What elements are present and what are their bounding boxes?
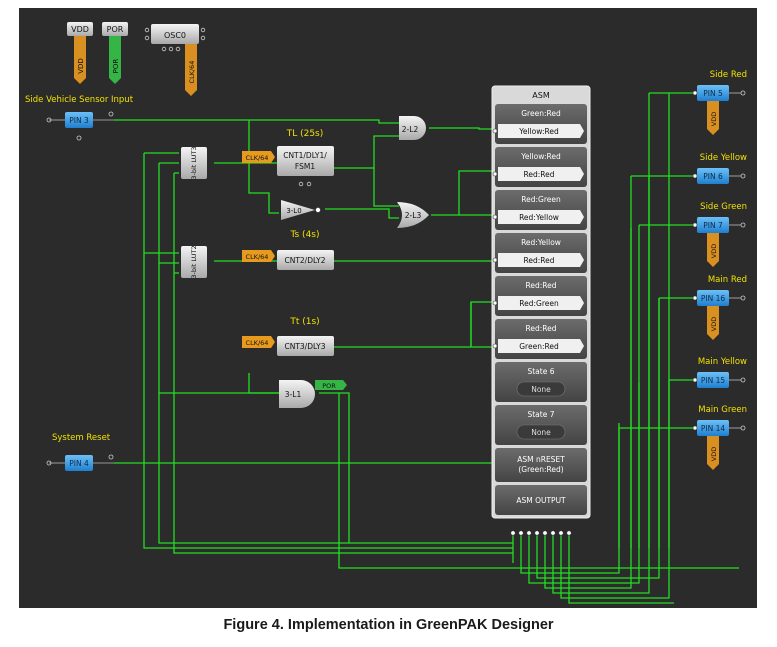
vdd-block-label: VDD (71, 25, 89, 34)
inverter-bubble (314, 206, 321, 213)
counter-2-title: Ts (4s) (290, 230, 320, 240)
asm-state-name: Yellow:Red (520, 152, 561, 161)
counter-2-label: CNT2/DLY2 (284, 256, 325, 265)
counter-2-clk-label: CLK/64 (246, 253, 269, 261)
inverter-3l0-label: 3-L0 (286, 207, 301, 215)
asm-state-next: Red:Yellow (519, 213, 559, 222)
output-pin-name: PIN 6 (703, 172, 723, 181)
counter-1-clk-label: CLK/64 (246, 154, 269, 162)
asm-state-2[interactable]: Red:Green Red:Yellow (492, 190, 587, 230)
lut2-label: 3-bit LUT2 (190, 245, 198, 278)
asm-state-name: Red:Red (525, 324, 556, 333)
output-pin-label: Side Yellow (700, 153, 747, 163)
asm-empty-state-0[interactable]: State 6 None (495, 362, 587, 402)
vdd-block-tag-label: VDD (77, 58, 85, 74)
asm-state-input (492, 128, 498, 134)
asm-empty-name: State 7 (527, 410, 554, 419)
asm-empty-name: State 6 (527, 367, 554, 376)
vdd-tag-label: VDD (710, 244, 718, 258)
asm-state-next: Red:Red (523, 170, 554, 179)
output-pin-name: PIN 14 (701, 424, 726, 433)
output-pin-label: Side Red (710, 70, 747, 80)
output-pin-name: PIN 15 (701, 376, 726, 385)
and-gate-3l1-label: 3-L1 (285, 390, 302, 399)
asm-state-input (492, 171, 498, 177)
output-pin-input (692, 377, 698, 383)
counter-3-clk-label: CLK/64 (246, 339, 269, 347)
osc0-block-label: OSC0 (164, 31, 186, 40)
asm-state-next: Red:Green (519, 299, 559, 308)
output-pin-label: Main Red (708, 275, 747, 285)
counter-1-title: TL (25s) (286, 129, 324, 139)
asm-state-input (492, 257, 498, 263)
input-pin-4-label: PIN 4 (69, 459, 89, 468)
asm-empty-state-1[interactable]: State 7 None (495, 405, 587, 445)
asm-nreset-line2: (Green:Red) (518, 465, 563, 474)
counter-1-line1: CNT1/DLY1/ (283, 151, 327, 160)
or-gate-2l3-label: 2-L3 (405, 211, 422, 220)
asm-state-input (492, 214, 498, 220)
greenpak-canvas: VDD VDD POR POR OSC0 CLK/64 Side Vehicle… (19, 8, 757, 608)
asm-state-input (492, 300, 498, 306)
asm-empty-value: None (531, 385, 551, 394)
lut3-label: 3-bit LUT3 (190, 146, 198, 179)
asm-state-name: Green:Red (521, 109, 561, 118)
asm-nreset-line1: ASM nRESET (517, 455, 565, 464)
asm-state-0[interactable]: Green:Red Yellow:Red (492, 104, 587, 144)
por-block-tag-label: POR (112, 59, 120, 74)
asm-output-label: ASM OUTPUT (516, 496, 566, 505)
por-tag-label: POR (322, 382, 336, 390)
output-pin-input (692, 90, 698, 96)
asm-state-next: Green:Red (519, 342, 559, 351)
output-pin-name: PIN 16 (701, 294, 726, 303)
output-pin-label: Side Green (700, 202, 747, 212)
and-gate-2l2-label: 2-L2 (402, 125, 419, 134)
asm-state-name: Red:Yellow (521, 238, 561, 247)
asm-state-next: Red:Red (523, 256, 554, 265)
asm-state-name: Red:Green (521, 195, 561, 204)
figure-caption: Figure 4. Implementation in GreenPAK Des… (223, 617, 554, 633)
output-pin-label: Main Green (698, 405, 747, 415)
counter-3-title: Tt (1s) (289, 317, 319, 327)
asm-state-next: Yellow:Red (518, 127, 559, 136)
asm-state-input (492, 343, 498, 349)
asm-state-1[interactable]: Yellow:Red Red:Red (492, 147, 587, 187)
input-label-system-reset: System Reset (52, 433, 111, 443)
output-pin-name: PIN 5 (703, 89, 723, 98)
asm-state-name: Red:Red (525, 281, 556, 290)
osc0-clk-tag-label: CLK/64 (188, 61, 196, 84)
output-pin-label: Main Yellow (698, 357, 747, 367)
output-pin-input (692, 173, 698, 179)
output-pin-input (692, 295, 698, 301)
asm-state-5[interactable]: Red:Red Green:Red (492, 319, 587, 359)
asm-title: ASM (532, 91, 550, 100)
input-pin-3-label: PIN 3 (69, 116, 89, 125)
asm-empty-value: None (531, 428, 551, 437)
counter-1-line2: FSM1 (295, 162, 315, 171)
output-pin-input (692, 425, 698, 431)
output-pin-name: PIN 7 (703, 221, 723, 230)
output-pin-input (692, 222, 698, 228)
vdd-tag-label: VDD (710, 112, 718, 126)
por-block-label: POR (107, 25, 124, 34)
asm-state-3[interactable]: Red:Yellow Red:Red (492, 233, 587, 273)
vdd-tag-label: VDD (710, 447, 718, 461)
vdd-tag-label: VDD (710, 317, 718, 331)
counter-3-label: CNT3/DLY3 (284, 342, 325, 351)
asm-state-4[interactable]: Red:Red Red:Green (492, 276, 587, 316)
asm-block: ASM Green:Red Yellow:Red Yellow:Red Red:Red… (491, 85, 591, 519)
input-label-side-sensor: Side Vehicle Sensor Input (25, 95, 134, 105)
